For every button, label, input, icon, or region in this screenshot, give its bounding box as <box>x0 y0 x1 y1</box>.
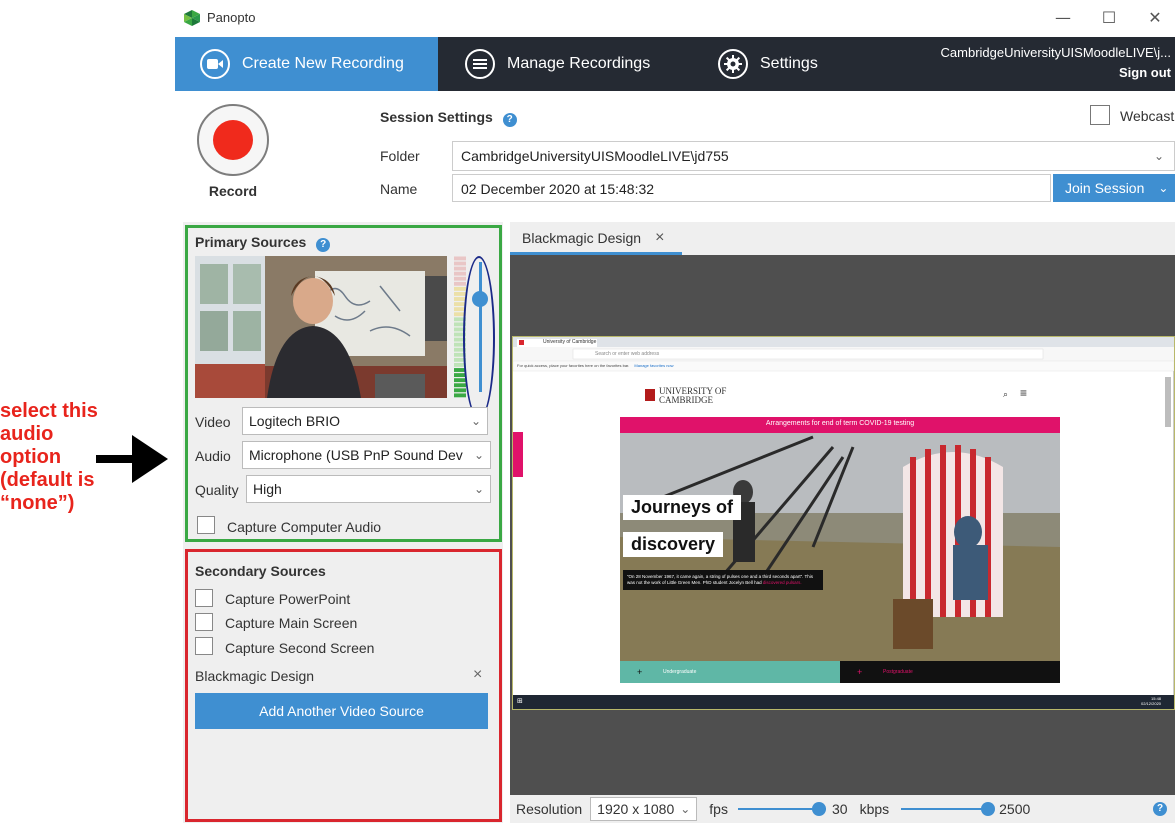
app-title: Panopto <box>207 10 256 25</box>
fps-label: fps <box>709 801 728 817</box>
fps-slider[interactable] <box>737 802 826 816</box>
webcast-label: Webcast <box>1120 108 1175 124</box>
folder-label: Folder <box>380 148 420 164</box>
kbps-slider[interactable] <box>901 802 996 816</box>
undergraduate-link: Undergraduate <box>663 669 697 675</box>
headline-line-2: discovery <box>623 532 724 557</box>
tab-label: Manage Recordings <box>507 55 651 72</box>
captured-screen: University of Cambridge Search or enter … <box>512 336 1175 710</box>
resolution-label: Resolution <box>516 801 583 817</box>
join-session-button[interactable]: Join Session ⌄ <box>1053 174 1175 202</box>
help-icon[interactable]: ? <box>1153 802 1167 816</box>
postgraduate-link: Postgraduate <box>883 669 913 675</box>
headline-line-1: Journeys of <box>623 495 742 520</box>
tab-create-new-recording[interactable]: Create New Recording <box>175 37 438 91</box>
maximize-button[interactable]: ☐ <box>1097 6 1121 30</box>
favorites-bar-text: For quick access, place your favorites h… <box>517 363 674 368</box>
tab-label: Settings <box>760 55 818 72</box>
main-tab-bar: Create New Recording Manage Recordings S… <box>175 37 1175 91</box>
title-bar: Panopto — ☐ ✕ <box>175 0 1175 37</box>
fps-value: 30 <box>831 801 848 817</box>
kbps-slider-track <box>901 808 990 810</box>
headline-blurb: “On 28 November 1967, it came again, a s… <box>623 570 823 590</box>
help-icon[interactable]: ? <box>502 113 517 127</box>
chevron-down-icon: ⌄ <box>680 802 691 816</box>
panopto-logo-icon <box>184 10 200 26</box>
chevron-down-icon: ⌄ <box>1153 149 1164 163</box>
kbps-value: 2500 <box>999 801 1031 817</box>
plus-icon: + <box>857 667 863 677</box>
record-button[interactable] <box>197 104 269 176</box>
close-button[interactable]: ✕ <box>1143 6 1167 30</box>
close-tab-icon[interactable]: × <box>655 229 664 247</box>
kbps-slider-knob[interactable] <box>981 802 996 816</box>
secondary-sources-highlight <box>185 549 502 822</box>
site-search-icon: ⌕ <box>1003 389 1009 399</box>
annotation-arrow-icon <box>96 435 168 483</box>
encoding-settings-bar: Resolution 1920 x 1080 ⌄ fps 30 kbps 250… <box>510 795 1175 823</box>
browser-tab-title: University of Cambridge <box>543 339 597 345</box>
tab-settings[interactable]: Settings <box>718 37 878 91</box>
tab-manage-recordings[interactable]: Manage Recordings <box>465 37 705 91</box>
fps-slider-knob[interactable] <box>811 802 826 816</box>
tab-label: Create New Recording <box>242 55 404 72</box>
record-label: Record <box>208 183 258 199</box>
list-icon <box>465 49 495 79</box>
user-name: CambridgeUniversityUISMoodleLIVE\j... <box>940 45 1171 60</box>
captured-screen-drawing <box>513 337 1174 709</box>
minimize-button[interactable]: — <box>1051 6 1075 30</box>
chevron-down-icon: ⌄ <box>1158 181 1169 195</box>
taskbar-clock: 15:48 02/12/2020 <box>1141 696 1162 706</box>
plus-icon: + <box>637 667 643 677</box>
covid-banner: Arrangements for end of term COVID-19 te… <box>765 420 915 427</box>
kbps-label: kbps <box>859 801 890 817</box>
site-menu-icon: ≡ <box>1020 386 1028 400</box>
resolution-select[interactable]: 1920 x 1080 ⌄ <box>590 797 698 821</box>
record-dot-icon <box>213 120 253 160</box>
session-settings-title: Session Settings ? <box>380 109 517 127</box>
name-label: Name <box>380 181 418 197</box>
browser-address-bar: Search or enter web address <box>595 351 660 357</box>
video-camera-icon <box>200 49 230 79</box>
university-logo-text: UNIVERSITY OF CAMBRIDGE <box>659 386 727 405</box>
gear-icon <box>718 49 748 79</box>
primary-sources-highlight <box>185 225 502 542</box>
name-input[interactable]: 02 December 2020 at 15:48:32 <box>452 174 1051 202</box>
app-window: Panopto — ☐ ✕ Create New Recording Manag… <box>175 0 1175 823</box>
webcast-checkbox[interactable] <box>1090 105 1110 125</box>
tab-blackmagic-design[interactable]: Blackmagic Design × <box>510 222 682 254</box>
folder-select[interactable]: CambridgeUniversityUISMoodleLIVE\jd755 ⌄ <box>452 141 1175 171</box>
sign-out-link[interactable]: Sign out <box>1119 65 1171 80</box>
windows-start-icon: ⊞ <box>517 698 523 705</box>
